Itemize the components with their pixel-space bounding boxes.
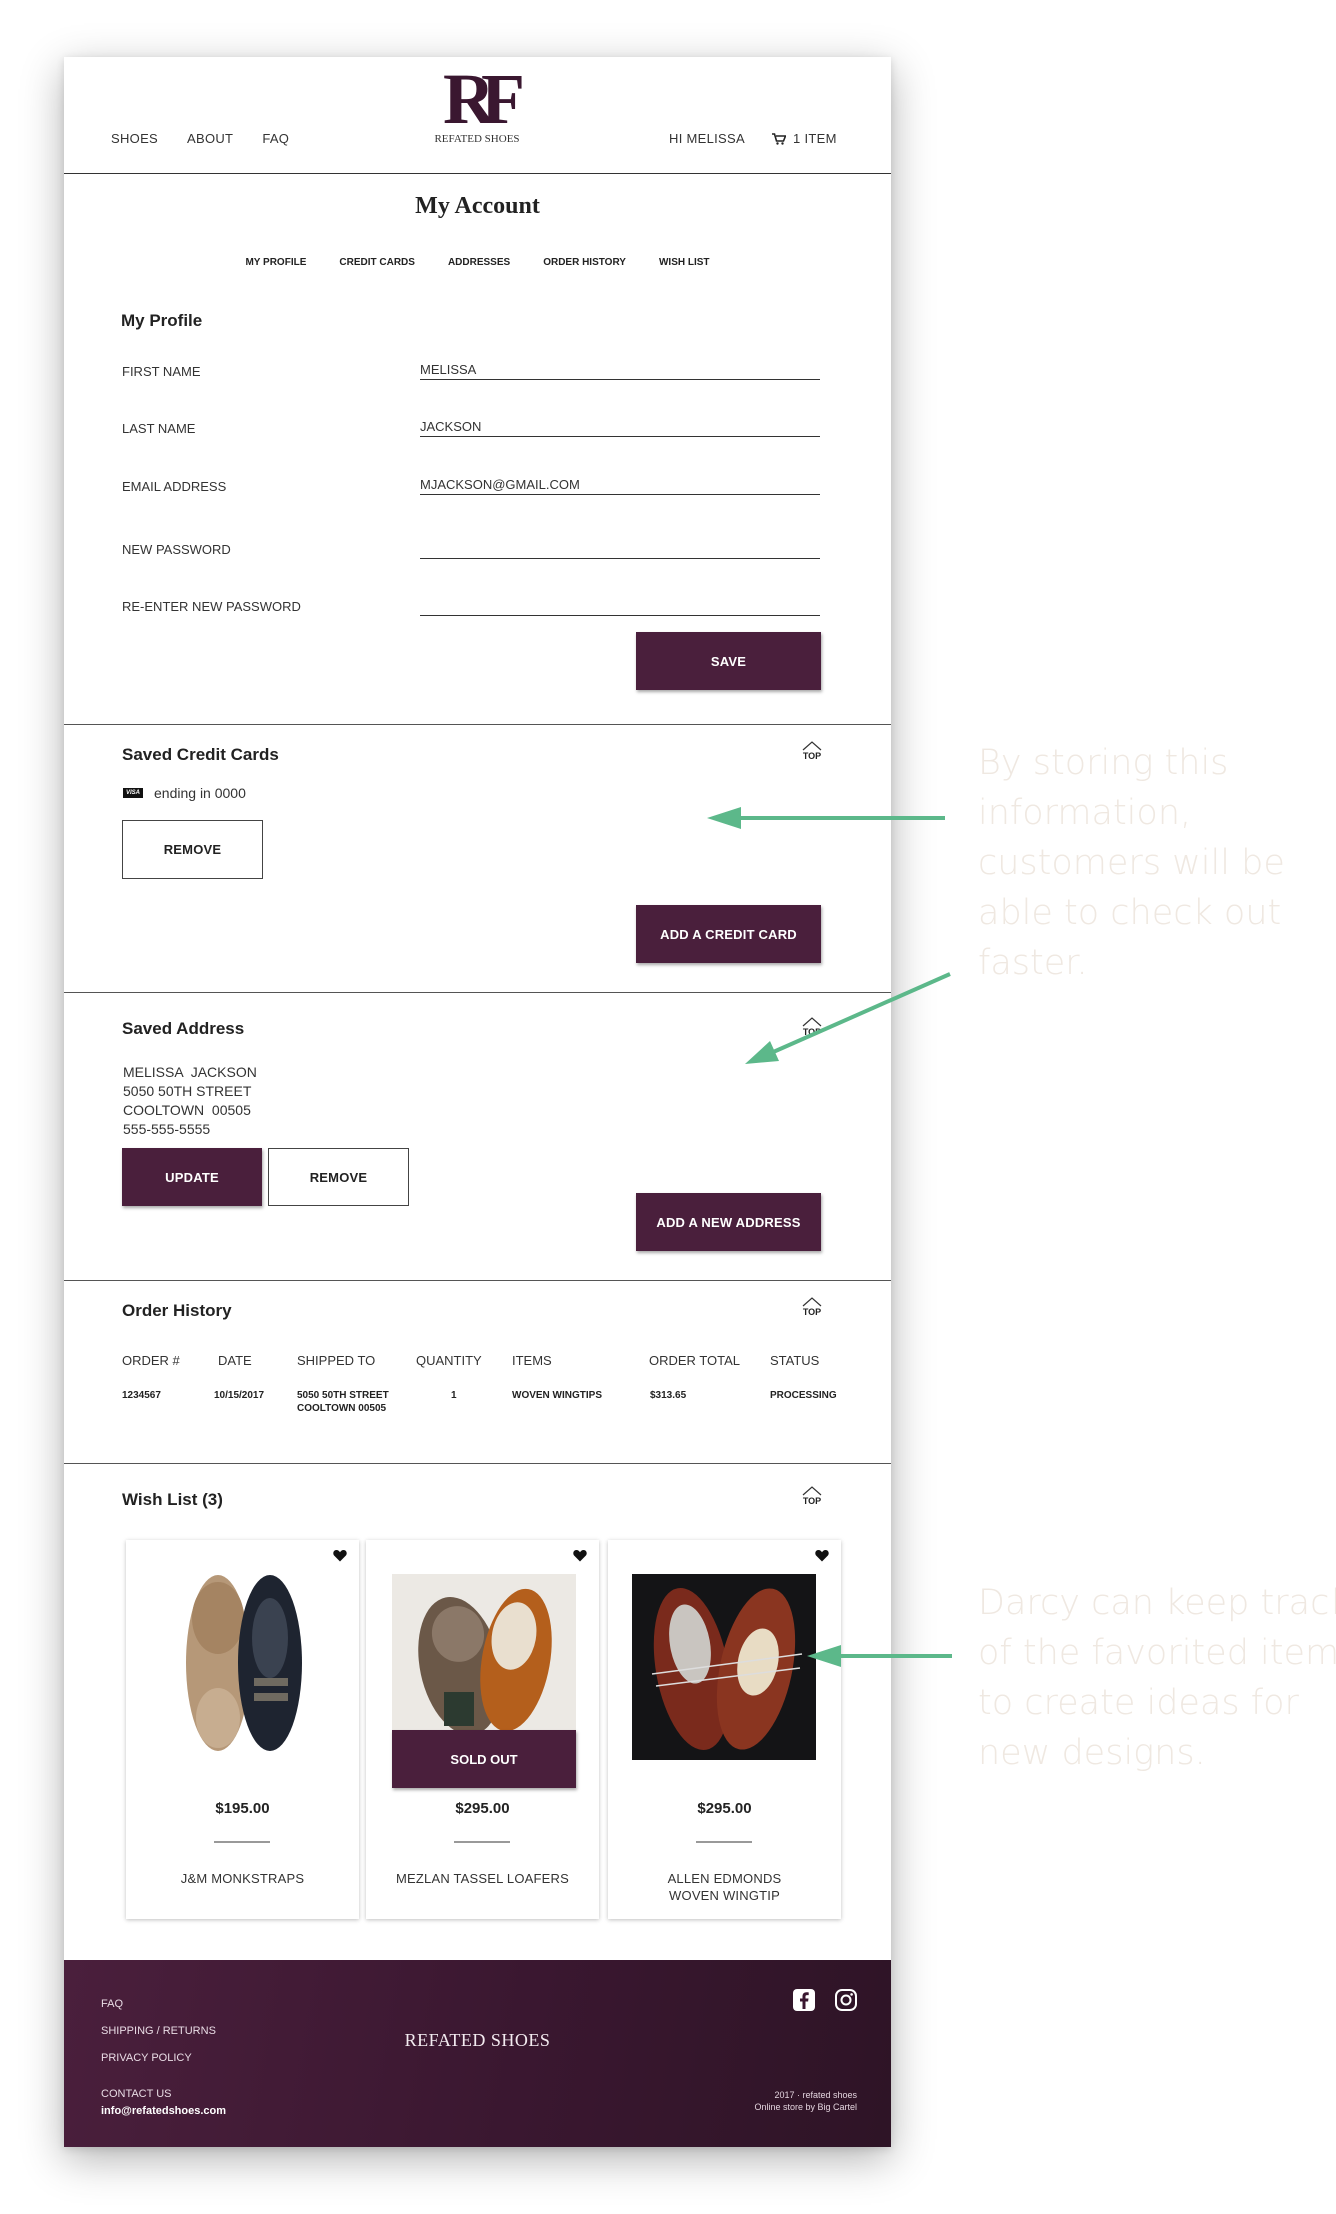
annotation-arrows [707, 807, 952, 1667]
annotation-note-wishlist: Darcy can keep track of the favorited it… [978, 1583, 1336, 1773]
annotation-note-checkout: By storing this information, customers w… [978, 743, 1285, 983]
